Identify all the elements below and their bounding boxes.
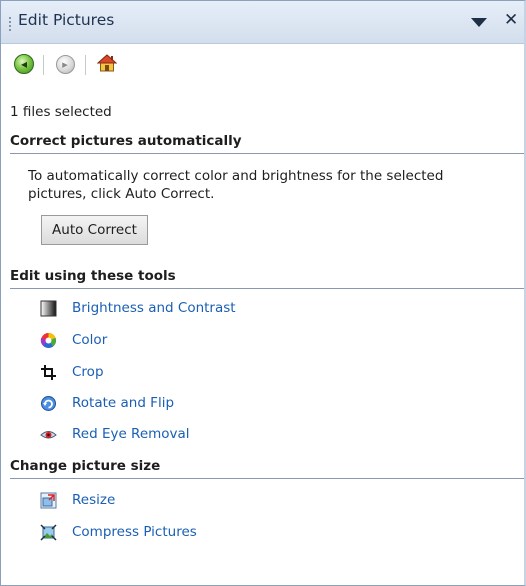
tool-color[interactable]: Color (40, 330, 107, 350)
brightness-contrast-icon (40, 300, 57, 316)
tool-brightness-contrast[interactable]: Brightness and Contrast (40, 298, 236, 318)
nav-separator (85, 55, 86, 75)
navigation-bar: ◂ ▸ (1, 44, 524, 84)
resize-icon (40, 492, 57, 508)
tool-rotate-flip[interactable]: Rotate and Flip (40, 393, 174, 413)
pane-titlebar[interactable]: Edit Pictures ✕ (1, 1, 524, 44)
drag-grip-icon[interactable] (9, 16, 11, 32)
auto-correct-button[interactable]: Auto Correct (41, 215, 148, 245)
tool-label: Compress Pictures (72, 524, 197, 540)
nav-separator (43, 55, 44, 75)
home-button[interactable] (94, 51, 120, 77)
compress-pictures-icon (40, 523, 57, 541)
rotate-flip-icon (41, 395, 56, 411)
tool-label: Rotate and Flip (72, 395, 175, 411)
tool-label: Brightness and Contrast (72, 300, 236, 316)
tool-resize[interactable]: Resize (40, 490, 115, 510)
triangle-down-icon[interactable] (471, 18, 487, 27)
tool-crop[interactable]: Crop (40, 362, 104, 382)
auto-correct-description: To automatically correct color and brigh… (28, 168, 444, 202)
red-eye-icon (40, 430, 57, 438)
tool-compress-pictures[interactable]: Compress Pictures (40, 522, 197, 542)
tool-label: Color (72, 332, 108, 348)
tool-label: Red Eye Removal (72, 426, 190, 442)
tool-label: Crop (72, 364, 104, 380)
pane-title: Edit Pictures (18, 11, 115, 29)
crop-icon (41, 364, 56, 380)
forward-arrow-icon: ▸ (55, 54, 75, 74)
back-arrow-icon: ◂ (14, 54, 34, 74)
back-button[interactable]: ◂ (11, 51, 37, 77)
section-heading-tools: Edit using these tools (10, 267, 524, 289)
edit-pictures-pane: Edit Pictures ✕ ◂ ▸ 1 files selected Cor… (0, 0, 526, 586)
color-wheel-icon (40, 332, 56, 348)
close-icon[interactable]: ✕ (504, 10, 518, 30)
tool-red-eye-removal[interactable]: Red Eye Removal (40, 424, 190, 444)
section-heading-auto: Correct pictures automatically (10, 132, 524, 154)
tool-label: Resize (72, 492, 116, 508)
section-heading-size: Change picture size (10, 457, 524, 479)
forward-button[interactable]: ▸ (52, 51, 78, 77)
home-icon (97, 54, 117, 72)
selection-status: 1 files selected (10, 104, 112, 120)
